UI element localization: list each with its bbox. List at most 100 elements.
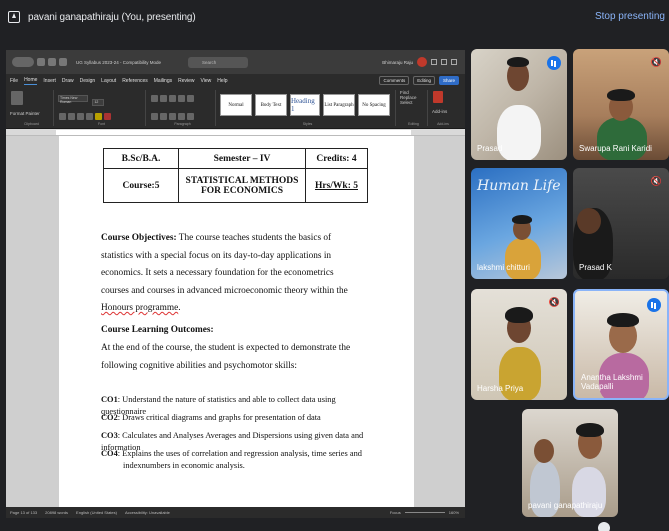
participant-name: lakshmi chitturi — [477, 263, 530, 272]
underline-icon[interactable] — [77, 113, 84, 120]
document-canvas[interactable]: B.Sc/B.A. Semester – IV Credits: 4 Cours… — [6, 136, 465, 508]
document-title: UG Syllabus 2023-24 - Compatibility Mode — [76, 59, 162, 65]
style-list-paragraph[interactable]: List Paragraph — [323, 94, 355, 116]
redo-icon[interactable] — [59, 58, 67, 66]
participant-name: Harsha Priya — [477, 384, 524, 393]
minimize-icon[interactable] — [431, 59, 437, 65]
tab-insert[interactable]: Insert — [43, 78, 56, 84]
table-cell: Credits: 4 — [305, 148, 368, 169]
font-color-icon[interactable] — [104, 113, 111, 120]
table-cell: Course:5 — [103, 168, 179, 203]
line-spacing-icon[interactable] — [187, 113, 194, 120]
bold-icon[interactable] — [59, 113, 66, 120]
undo-icon[interactable] — [48, 58, 56, 66]
styles-label: Styles — [302, 122, 313, 126]
participant-tile-pavani[interactable]: pavani ganapathiraju — [522, 409, 618, 517]
indent-icon[interactable] — [178, 95, 185, 102]
style-normal[interactable]: Normal — [220, 94, 252, 116]
list-item: CO2: Draws critical diagrams and graphs … — [101, 412, 373, 424]
bullets-icon[interactable] — [151, 95, 158, 102]
tab-help[interactable]: Help — [217, 78, 227, 84]
tab-view[interactable]: View — [201, 78, 212, 84]
stop-presenting-button[interactable]: Stop presenting — [595, 11, 665, 22]
align-right-icon[interactable] — [169, 113, 176, 120]
outcomes-heading: Course Learning Outcomes: — [101, 322, 363, 340]
tab-review[interactable]: Review — [178, 78, 194, 84]
font-size-select[interactable]: 12 — [92, 99, 105, 106]
align-left-icon[interactable] — [151, 113, 158, 120]
align-center-icon[interactable] — [160, 113, 167, 120]
close-icon[interactable] — [451, 59, 457, 65]
participant-tile-prasad-k[interactable]: 🔇 Prasad K — [573, 168, 669, 279]
participant-tile-harsha[interactable]: 🔇 Harsha Priya — [471, 289, 567, 400]
addins-icon[interactable] — [433, 91, 443, 103]
justify-icon[interactable] — [178, 113, 185, 120]
addins-group: Add-ins Add-ins — [432, 90, 454, 126]
tab-layout[interactable]: Layout — [101, 78, 116, 84]
table-cell: B.Sc/B.A. — [103, 148, 179, 169]
italic-icon[interactable] — [68, 113, 75, 120]
participant-name: pavani ganapathiraju — [528, 501, 603, 510]
participant-video — [497, 105, 541, 160]
comments-button[interactable]: Comments — [379, 76, 410, 85]
horizontal-ruler[interactable] — [6, 129, 465, 136]
editing-group: Find Replace Select Editing — [400, 90, 428, 126]
paste-icon[interactable] — [11, 91, 23, 105]
co-code: CO2 — [101, 413, 118, 422]
table-cell: Hrs/Wk: 5 — [305, 168, 368, 203]
participant-tile-swarupa[interactable]: 🔇 Swarupa Rani Karidi — [573, 49, 669, 160]
co-code: CO4 — [101, 449, 118, 458]
mic-off-icon: 🔇 — [548, 297, 560, 307]
autosave-toggle[interactable] — [12, 57, 34, 67]
document-page[interactable]: B.Sc/B.A. Semester – IV Credits: 4 Cours… — [59, 136, 414, 508]
style-body-text[interactable]: Body Text — [255, 94, 287, 116]
zoom-slider[interactable] — [404, 512, 445, 513]
participant-tile-lakshmi[interactable]: Human Life lakshmi chitturi — [471, 168, 567, 279]
tab-file[interactable]: File — [10, 78, 18, 84]
participant-name: Anantha Lakshmi Vadapalli — [581, 373, 643, 391]
maximize-icon[interactable] — [441, 59, 447, 65]
save-icon[interactable] — [37, 58, 45, 66]
present-screen-icon — [8, 11, 20, 23]
shared-screen: UG Syllabus 2023-24 - Compatibility Mode… — [6, 50, 465, 518]
tab-design[interactable]: Design — [80, 78, 96, 84]
strikethrough-icon[interactable] — [86, 113, 93, 120]
font-group: Times New Roman 12 Font — [58, 90, 146, 126]
tab-mailings[interactable]: Mailings — [154, 78, 172, 84]
zoom-level[interactable]: 160% — [449, 510, 459, 515]
multilevel-icon[interactable] — [169, 95, 176, 102]
meet-window: pavani ganapathiraju (You, presenting) S… — [0, 0, 669, 531]
participant-hair — [607, 313, 639, 327]
search-box[interactable]: Search — [188, 56, 249, 68]
word-status-bar: Page 13 of 133 20898 words English (Unit… — [6, 507, 465, 518]
sort-icon[interactable] — [187, 95, 194, 102]
co-code: CO3 — [101, 431, 118, 440]
editing-label: Editing — [408, 122, 419, 126]
more-options-icon[interactable] — [598, 522, 610, 531]
focus-button[interactable]: Focus — [390, 510, 401, 515]
user-avatar[interactable] — [417, 57, 427, 67]
highlight-icon[interactable] — [95, 113, 102, 120]
style-heading-1[interactable]: Heading 1 — [290, 94, 320, 116]
co-text-continued: indexnumbers in economic analysis. — [123, 461, 245, 470]
list-item: CO4: Explains the uses of correlation an… — [101, 448, 373, 472]
participant-face — [577, 208, 601, 234]
objectives-honours: Honours programme — [101, 303, 179, 313]
editing-button[interactable]: Editing — [413, 76, 435, 85]
addins-button[interactable]: Add-ins — [432, 109, 450, 114]
share-button[interactable]: Share — [438, 76, 459, 85]
style-no-spacing[interactable]: No Spacing — [358, 94, 390, 116]
accessibility: Accessibility: Unavailable — [124, 510, 170, 515]
select-button[interactable]: Select — [400, 100, 423, 105]
participant-hair — [505, 307, 533, 323]
tab-draw[interactable]: Draw — [62, 78, 74, 84]
tab-references[interactable]: References — [122, 78, 148, 84]
tab-home[interactable]: Home — [24, 77, 38, 85]
language: English (United States) — [76, 510, 117, 515]
format-painter-button[interactable]: Format Painter — [10, 111, 49, 116]
font-name-select[interactable]: Times New Roman — [58, 95, 88, 104]
participant-tile-prasad[interactable]: Prasad — [471, 49, 567, 160]
numbering-icon[interactable] — [160, 95, 167, 102]
participant-tile-anantha[interactable]: Anantha Lakshmi Vadapalli — [573, 289, 669, 400]
participant-face — [534, 439, 554, 463]
